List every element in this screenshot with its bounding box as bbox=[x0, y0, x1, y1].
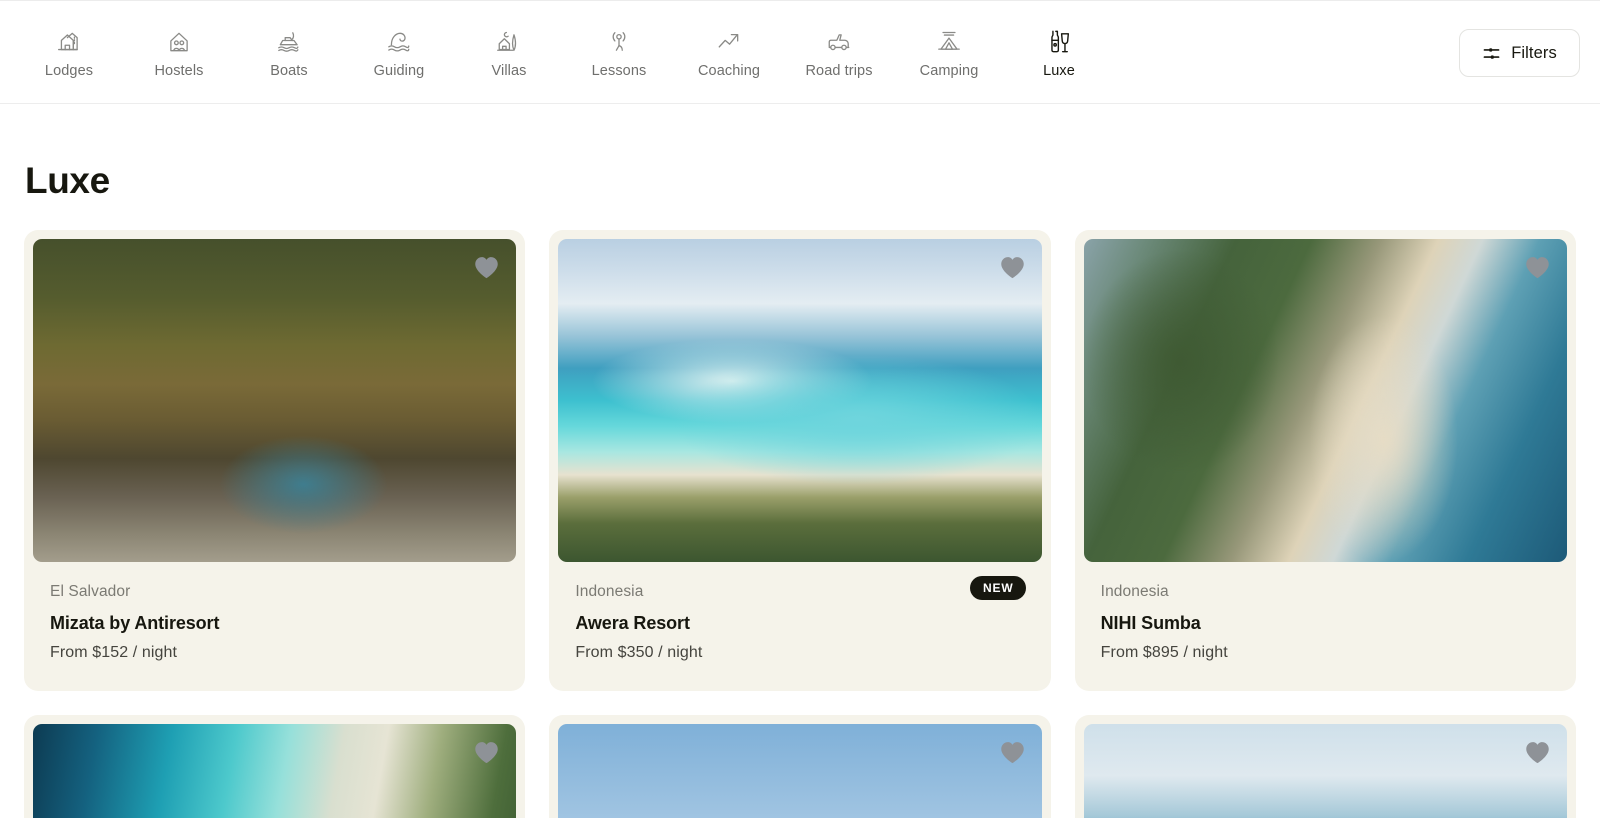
card-country: El Salvador bbox=[50, 583, 131, 600]
listing-card[interactable]: Indonesia NIHI Sumba From $895 / night bbox=[1074, 230, 1576, 691]
car-icon bbox=[826, 29, 852, 55]
nav-item-luxe[interactable]: Luxe bbox=[1004, 25, 1114, 79]
nav-label: Lessons bbox=[591, 63, 647, 80]
nav-label: Camping bbox=[919, 63, 979, 80]
card-title: Awera Resort bbox=[575, 612, 690, 633]
heart-icon[interactable] bbox=[1525, 256, 1550, 279]
nav-item-road-trips[interactable]: Road trips bbox=[784, 25, 894, 79]
listing-photo bbox=[33, 723, 517, 818]
tent-icon bbox=[936, 29, 962, 55]
trending-icon bbox=[716, 29, 742, 55]
page-title: Luxe bbox=[25, 160, 110, 201]
listing-grid: El Salvador Mizata by Antiresort From $1… bbox=[24, 230, 1576, 818]
lodge-icon bbox=[56, 29, 82, 55]
nav-item-guiding[interactable]: Guiding bbox=[344, 25, 454, 79]
listing-photo bbox=[1083, 723, 1567, 818]
listing-photo bbox=[1083, 239, 1567, 562]
listing-card[interactable] bbox=[1074, 714, 1576, 818]
nav-item-lessons[interactable]: Lessons bbox=[564, 25, 674, 79]
card-image bbox=[1083, 239, 1567, 562]
heart-icon[interactable] bbox=[474, 256, 499, 279]
listing-card[interactable]: El Salvador Mizata by Antiresort From $1… bbox=[24, 230, 526, 691]
hostel-icon bbox=[166, 29, 192, 55]
listing-photo bbox=[33, 239, 517, 562]
card-body: El Salvador Mizata by Antiresort From $1… bbox=[33, 562, 516, 691]
listing-card[interactable]: Indonesia Awera Resort From $350 / night… bbox=[549, 230, 1051, 691]
heart-icon[interactable] bbox=[1000, 256, 1025, 279]
card-image bbox=[33, 723, 517, 818]
nav-item-lodges[interactable]: Lodges bbox=[14, 25, 124, 79]
listing-photo bbox=[558, 239, 1042, 562]
wave-icon bbox=[386, 29, 412, 55]
nav-item-villas[interactable]: Villas bbox=[454, 25, 564, 79]
nav-item-coaching[interactable]: Coaching bbox=[674, 25, 784, 79]
listing-photo bbox=[558, 723, 1042, 818]
card-country: Indonesia bbox=[575, 583, 644, 600]
card-title: NIHI Sumba bbox=[1100, 612, 1201, 633]
nav-label: Boats bbox=[270, 63, 308, 80]
nav-item-boats[interactable]: Boats bbox=[234, 25, 344, 79]
filters-button[interactable]: Filters bbox=[1459, 29, 1580, 77]
nav-label: Hostels bbox=[154, 63, 204, 80]
filters-button-label: Filters bbox=[1511, 43, 1557, 62]
lesson-icon bbox=[606, 29, 632, 55]
sliders-icon bbox=[1482, 44, 1501, 63]
category-tabs: Lodges Hostels Boats Guiding Villas Less… bbox=[14, 25, 1459, 79]
card-price: From $152 / night bbox=[50, 643, 178, 661]
nav-label: Villas bbox=[491, 63, 527, 80]
card-image bbox=[558, 723, 1042, 818]
listing-card[interactable] bbox=[549, 714, 1051, 818]
nav-label: Guiding bbox=[373, 63, 425, 80]
nav-label: Lodges bbox=[44, 63, 94, 80]
heart-icon[interactable] bbox=[474, 741, 499, 764]
card-country: Indonesia bbox=[1100, 583, 1169, 600]
nav-item-camping[interactable]: Camping bbox=[894, 25, 1004, 79]
card-body: Indonesia NIHI Sumba From $895 / night bbox=[1084, 562, 1567, 691]
nav-item-hostels[interactable]: Hostels bbox=[124, 25, 234, 79]
nav-label: Luxe bbox=[1043, 63, 1075, 80]
villa-icon bbox=[496, 29, 522, 55]
heart-icon[interactable] bbox=[1525, 741, 1550, 764]
boat-icon bbox=[276, 29, 302, 55]
card-price: From $350 / night bbox=[575, 643, 703, 661]
card-image bbox=[1083, 723, 1567, 818]
card-price: From $895 / night bbox=[1100, 643, 1228, 661]
card-image bbox=[33, 239, 517, 562]
page-content: Luxe El Salvador Mizata by Antiresort Fr… bbox=[0, 104, 1600, 818]
category-navbar: Lodges Hostels Boats Guiding Villas Less… bbox=[0, 0, 1600, 104]
heart-icon[interactable] bbox=[1000, 741, 1025, 764]
listing-card[interactable] bbox=[24, 714, 526, 818]
card-body: Indonesia Awera Resort From $350 / night… bbox=[558, 562, 1041, 691]
nav-label: Coaching bbox=[697, 63, 761, 80]
nav-label: Road trips bbox=[805, 63, 873, 80]
status-badge: NEW bbox=[969, 576, 1026, 600]
card-image bbox=[558, 239, 1042, 562]
champagne-icon bbox=[1046, 29, 1072, 55]
card-title: Mizata by Antiresort bbox=[50, 612, 220, 633]
